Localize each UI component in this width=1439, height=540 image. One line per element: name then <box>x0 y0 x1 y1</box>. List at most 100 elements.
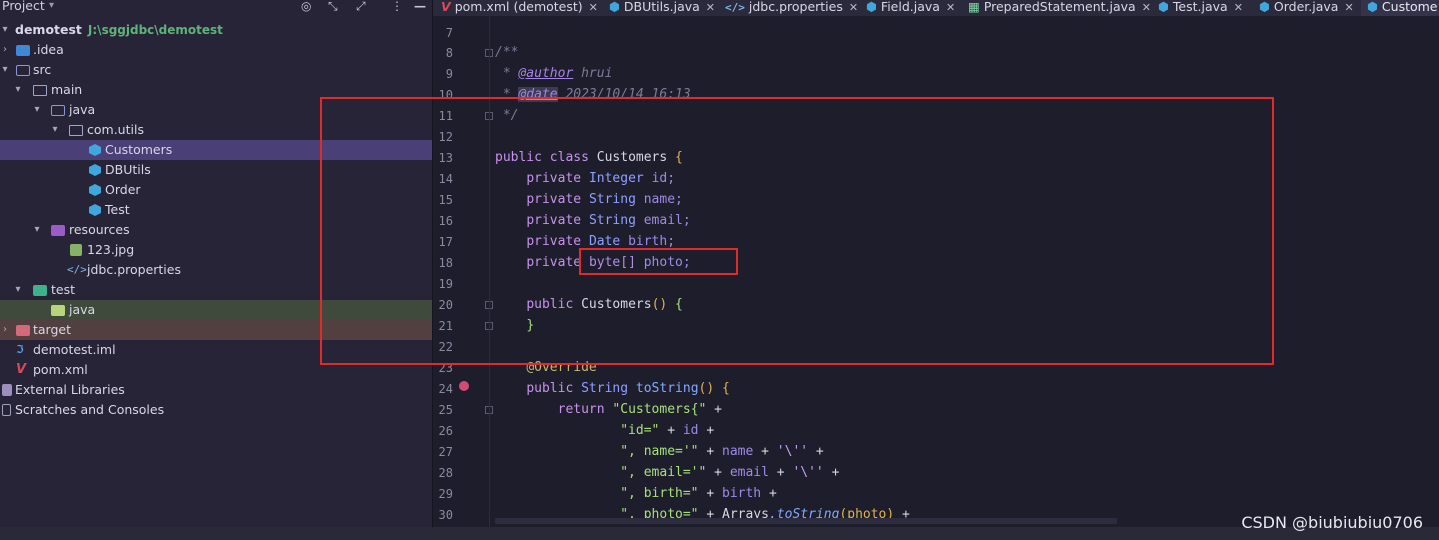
code-line[interactable]: private String email; <box>495 210 690 231</box>
code-line[interactable]: * @author hrui <box>495 63 613 84</box>
tab-preparedstatement[interactable]: ▦ PreparedStatement.java ✕ <box>968 0 1151 16</box>
tree-item-demotest-iml[interactable]: ℑ demotest.iml <box>0 340 432 360</box>
tree-item-label: jdbc.properties <box>87 262 181 277</box>
line-number: 17 <box>438 235 453 249</box>
tab-label: PreparedStatement.java <box>983 0 1136 14</box>
tree-item-java[interactable]: ▾ java <box>0 100 432 120</box>
tree-item-label: 123.jpg <box>87 242 135 257</box>
tab-jdbc-properties[interactable]: </> jdbc.properties ✕ <box>725 0 858 16</box>
code-line[interactable]: public String toString() { <box>495 378 730 399</box>
line-number: 25 <box>438 403 453 417</box>
chevron-down-icon[interactable]: ▾ <box>32 100 42 120</box>
tree-item-test[interactable]: ▾ test <box>0 280 432 300</box>
tree-item-test-java[interactable]: java <box>0 300 432 320</box>
tree-item-label: java <box>69 102 96 117</box>
line-number: 29 <box>438 487 453 501</box>
folder-icon <box>16 45 30 56</box>
chevron-down-icon[interactable]: ▾ <box>13 280 23 300</box>
tab-customers-java[interactable]: ⬢ Custome <box>1361 0 1439 16</box>
override-marker-icon[interactable] <box>459 381 469 391</box>
tab-label: Custome <box>1381 0 1438 14</box>
close-icon[interactable]: ✕ <box>1234 1 1243 14</box>
code-line[interactable]: private String name; <box>495 189 683 210</box>
tree-item-jdbc-properties[interactable]: </> jdbc.properties <box>0 260 432 280</box>
expand-icon[interactable]: ⤡ <box>328 0 338 13</box>
more-icon[interactable]: ⋮ <box>391 0 403 13</box>
tab-dbutils[interactable]: ⬢ DBUtils.java ✕ <box>609 0 715 16</box>
close-icon[interactable]: ✕ <box>849 1 858 14</box>
tree-item-label: .idea <box>33 42 64 57</box>
tree-item-customers[interactable]: Customers <box>0 140 432 160</box>
tree-item-label: DBUtils <box>105 162 151 177</box>
chevron-down-icon[interactable]: ▾ <box>13 80 23 100</box>
project-panel-header: Project ▾ ◎ ⤡ ⤢ ⋮ — <box>0 0 432 15</box>
tree-item-scratches[interactable]: Scratches and Consoles <box>0 400 432 420</box>
code-line[interactable]: ", birth=" + birth + <box>495 483 777 504</box>
code-line[interactable]: ", name='" + name + '\'' + <box>495 441 824 462</box>
tree-item-src[interactable]: ▾ src <box>0 60 432 80</box>
tab-field-java[interactable]: ⬢ Field.java ✕ <box>866 0 955 16</box>
tree-item-123-jpg[interactable]: 123.jpg <box>0 240 432 260</box>
project-view-title[interactable]: Project <box>2 0 45 13</box>
tree-item-pom-xml[interactable]: V pom.xml <box>0 360 432 380</box>
tree-item-order[interactable]: Order <box>0 180 432 200</box>
code-line[interactable]: */ <box>495 105 519 126</box>
tree-item-label: demotest.iml <box>33 342 116 357</box>
code-line[interactable]: "id=" + id + <box>495 420 714 441</box>
code-line[interactable]: public class Customers { <box>495 147 683 168</box>
code-line[interactable]: private Date birth; <box>495 231 675 252</box>
class-icon <box>89 184 101 196</box>
chevron-down-icon[interactable]: ▾ <box>0 60 10 80</box>
properties-file-icon: </> <box>67 263 87 276</box>
chevron-down-icon[interactable]: ▾ <box>50 120 60 140</box>
close-icon[interactable]: ✕ <box>1142 1 1151 14</box>
tab-pom-xml[interactable]: Vpom.xml (demotest) ✕ <box>441 0 598 16</box>
code-line[interactable]: ", email='" + email + '\'' + <box>495 462 839 483</box>
chevron-down-icon[interactable]: ▾ <box>32 220 42 240</box>
chevron-right-icon[interactable]: › <box>0 320 10 340</box>
class-icon: ⬢ <box>1259 0 1270 14</box>
tree-item-idea[interactable]: › .idea <box>0 40 432 60</box>
tree-item-external-libraries[interactable]: External Libraries <box>0 380 432 400</box>
horizontal-scrollbar[interactable] <box>495 518 1117 524</box>
close-icon[interactable]: ✕ <box>589 1 598 14</box>
line-number: 15 <box>438 193 453 207</box>
chevron-down-icon[interactable]: ▾ <box>49 0 54 13</box>
tree-item-test-class[interactable]: Test <box>0 200 432 220</box>
code-line[interactable]: ", photo=" + Arrays.toString(photo) + <box>495 504 910 518</box>
close-icon[interactable]: ✕ <box>1344 1 1353 14</box>
collapse-icon[interactable]: ⤢ <box>356 0 366 13</box>
code-line[interactable]: private byte[] photo; <box>495 252 690 273</box>
code-line[interactable]: return "Customers{" + <box>495 399 722 420</box>
code-line[interactable]: } <box>495 315 534 336</box>
chevron-right-icon[interactable]: › <box>0 40 10 60</box>
line-number: 24 <box>438 382 453 396</box>
line-number: 26 <box>438 424 453 438</box>
tree-item-main[interactable]: ▾ main <box>0 80 432 100</box>
chevron-down-icon[interactable]: ▾ <box>0 20 10 40</box>
code-line[interactable]: public Customers() { <box>495 294 683 315</box>
class-icon: ⬢ <box>1367 0 1378 14</box>
close-icon[interactable]: ✕ <box>946 1 955 14</box>
code-line[interactable]: /** <box>495 42 518 63</box>
editor-gutter: 7 8 9 10 11 12 13 14 15 16 17 18 19 20 2… <box>433 16 493 527</box>
code-line[interactable]: @Override <box>495 357 596 378</box>
tree-item-target[interactable]: › target <box>0 320 432 340</box>
tree-item-com-utils[interactable]: ▾ com.utils <box>0 120 432 140</box>
tree-item-demotest[interactable]: ▾ demotest J:\sggjdbc\demotest <box>0 20 432 40</box>
tree-item-resources[interactable]: ▾ resources <box>0 220 432 240</box>
tab-order-java[interactable]: ⬢ Order.java ✕ <box>1259 0 1354 16</box>
source-folder-icon <box>16 65 30 76</box>
close-icon[interactable]: ✕ <box>706 1 715 14</box>
line-number: 10 <box>438 88 453 102</box>
tree-item-dbutils[interactable]: DBUtils <box>0 160 432 180</box>
class-icon <box>89 164 101 176</box>
tab-test-java[interactable]: ⬢ Test.java ✕ <box>1158 0 1243 16</box>
code-line[interactable]: private Integer id; <box>495 168 675 189</box>
tree-item-label: External Libraries <box>15 382 125 397</box>
test-folder-icon <box>33 285 47 296</box>
code-line[interactable]: * @date 2023/10/14 16:13 <box>495 84 691 105</box>
class-icon: ⬢ <box>866 0 877 14</box>
target-icon[interactable]: ◎ <box>301 0 311 13</box>
minimize-icon[interactable]: — <box>414 0 426 13</box>
